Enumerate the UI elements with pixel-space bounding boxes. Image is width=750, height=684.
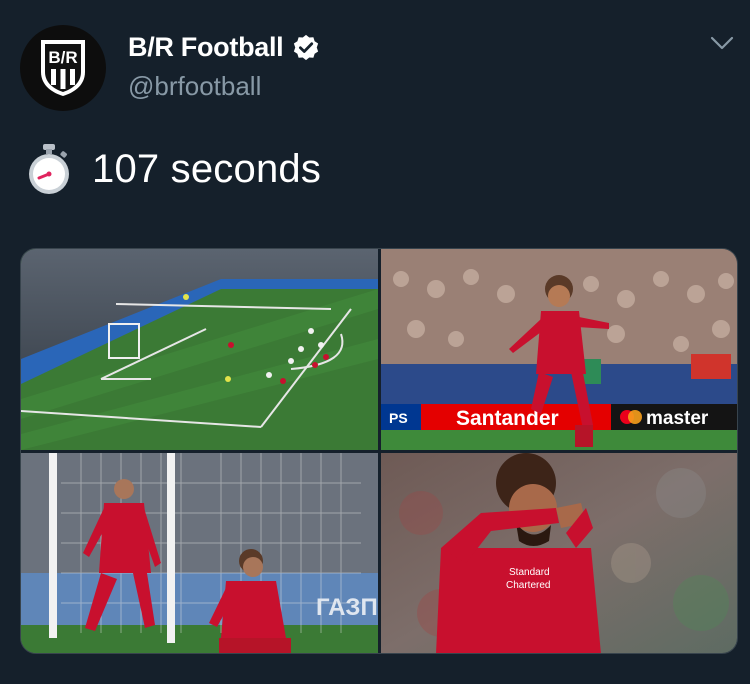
photo-henderson-salah-goal-net[interactable]: ГАЗПРОМ xyxy=(21,453,378,653)
ad-mastercard: master xyxy=(646,408,709,429)
chevron-down-icon[interactable] xyxy=(710,34,734,52)
photo-salah-closeup-celebration[interactable]: Standard Chartered xyxy=(381,453,737,653)
tweet-body-text: 107 seconds xyxy=(92,146,322,191)
svg-text:B/R: B/R xyxy=(48,48,77,67)
br-logo-icon: B/R xyxy=(41,40,85,96)
svg-text:Standard: Standard xyxy=(509,567,550,578)
avatar[interactable]: B/R xyxy=(20,25,106,111)
tweet-text: 107 seconds xyxy=(26,142,321,196)
tweet: B/R B/R Football @brfootball 107 seconds xyxy=(0,0,750,684)
media-grid: PS Santander master ГАЗП Standard Charte… xyxy=(20,248,738,654)
svg-text:ГАЗПРОМ: ГАЗПРОМ xyxy=(316,594,378,621)
display-name[interactable]: B/R Football xyxy=(128,32,284,63)
ad-santander: Santander xyxy=(456,407,559,430)
stopwatch-icon xyxy=(29,144,69,194)
ad-playstation: PS xyxy=(389,410,408,426)
photo-salah-celebration-run[interactable]: PS Santander master xyxy=(381,249,737,450)
photo-penalty-kick[interactable] xyxy=(21,249,378,450)
svg-text:Chartered: Chartered xyxy=(506,580,550,591)
verified-badge-icon xyxy=(294,34,319,60)
author-name-row[interactable]: B/R Football xyxy=(128,32,321,63)
author-handle[interactable]: @brfootball xyxy=(128,71,261,102)
